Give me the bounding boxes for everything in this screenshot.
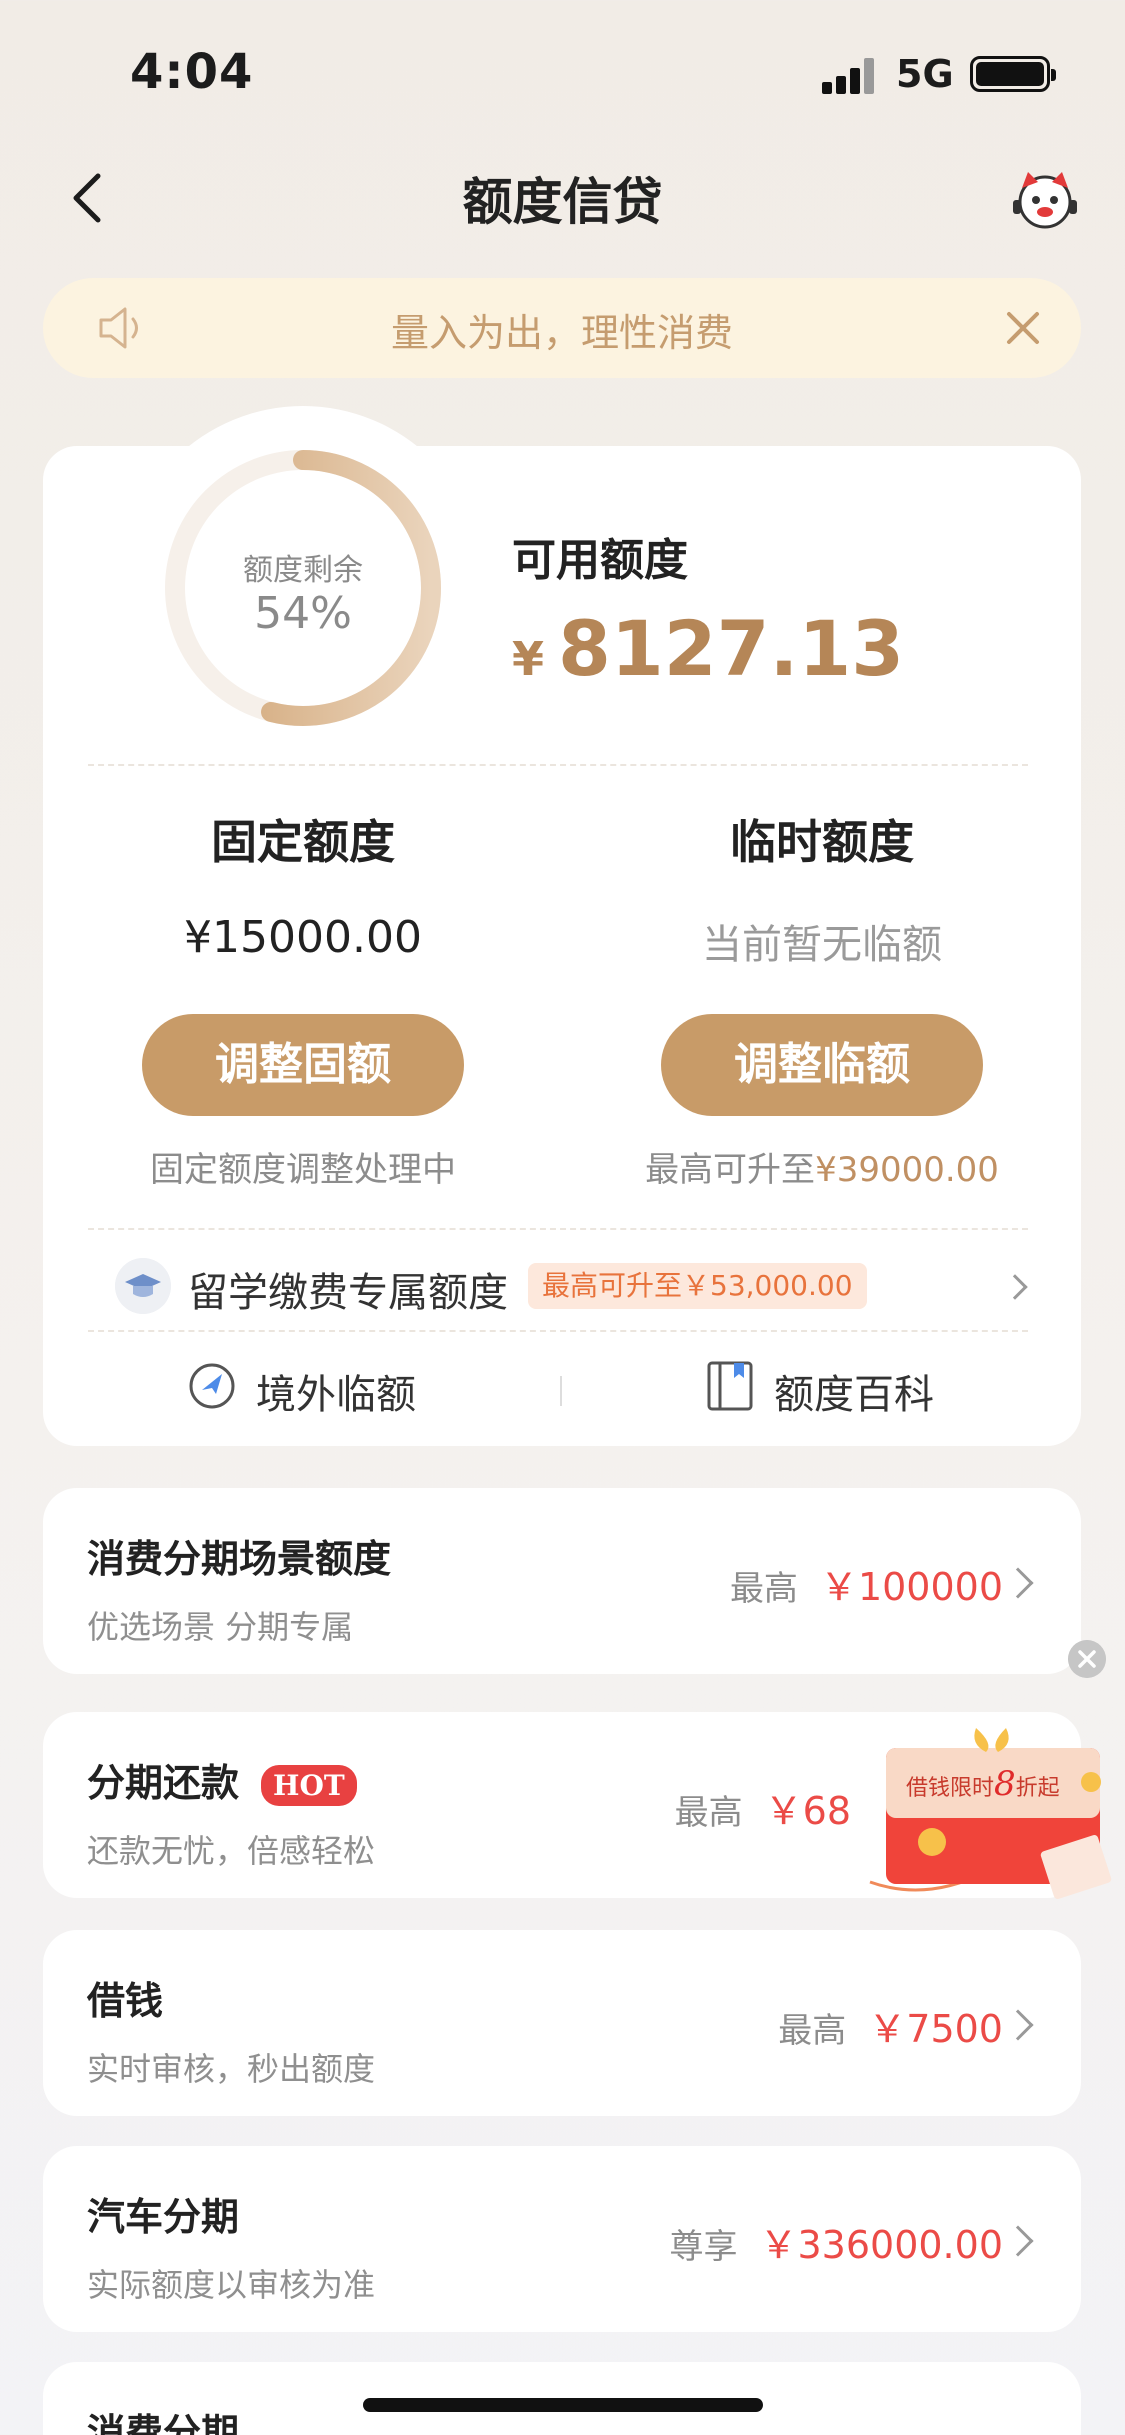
chevron-right-icon bbox=[1002, 2009, 1034, 2041]
row-title: 消费分期 bbox=[87, 2411, 240, 2435]
temp-note-prefix: 最高可升至 bbox=[645, 1150, 816, 1190]
battery-icon bbox=[970, 56, 1056, 92]
row-title: 汽车分期 bbox=[87, 2195, 240, 2239]
chevron-right-icon bbox=[1002, 2225, 1034, 2257]
promo-number: 8 bbox=[994, 1764, 1016, 1804]
mascot-avatar-icon[interactable] bbox=[1010, 166, 1080, 230]
ring-percent: 54% bbox=[254, 588, 352, 639]
available-amount-value: 8127.13 bbox=[558, 604, 905, 693]
chevron-right-icon bbox=[1002, 1567, 1034, 1599]
close-promo-icon[interactable] bbox=[1068, 1640, 1106, 1678]
promo-text-b: 折起 bbox=[1015, 1776, 1060, 1801]
available-limit-amount: ¥8127.13 bbox=[512, 604, 904, 693]
row-subtitle: 实际额度以审核为准 bbox=[87, 2266, 376, 2304]
temp-note-amount: ¥39000.00 bbox=[815, 1150, 999, 1190]
overseas-temp-limit-link[interactable]: 境外临额 bbox=[256, 1362, 516, 1420]
study-abroad-label: 留学缴费专属额度 bbox=[188, 1270, 508, 1316]
adjust-temp-limit-button[interactable]: 调整临额 bbox=[661, 1014, 983, 1116]
graduation-cap-icon bbox=[115, 1258, 171, 1314]
fixed-limit-value: ¥15000.00 bbox=[184, 912, 422, 963]
temp-limit-note: 最高可升至¥39000.00 bbox=[562, 1142, 1082, 1191]
row-amount-prefix: 最高 bbox=[674, 1793, 743, 1833]
row-amount: 最高 ￥7500 bbox=[778, 1998, 1003, 2053]
notice-text: 量入为出，理性消费 bbox=[390, 311, 733, 355]
list-item[interactable]: 借钱 实时审核，秒出额度 最高 ￥7500 bbox=[43, 1930, 1081, 2116]
row-title: 分期还款 HOT bbox=[87, 1752, 357, 1807]
ring-label: 额度剩余 bbox=[243, 553, 363, 588]
row-amount: 尊享 ￥336000.00 bbox=[670, 2214, 1004, 2269]
status-time: 4:04 bbox=[130, 44, 254, 100]
notice-bar: 量入为出，理性消费 bbox=[43, 278, 1081, 378]
row-amount-value: ￥68 bbox=[764, 1789, 851, 1833]
divider bbox=[88, 1330, 1028, 1332]
list-item[interactable]: 消费分期场景额度 优选场景 分期专属 最高 ￥100000 bbox=[43, 1488, 1081, 1674]
row-subtitle: 实时审核，秒出额度 bbox=[87, 2050, 376, 2088]
network-type: 5G bbox=[896, 52, 954, 96]
row-subtitle: 还款无忧，倍感轻松 bbox=[87, 1832, 376, 1870]
row-title: 借钱 bbox=[87, 1979, 164, 2023]
red-envelope-promo[interactable]: 借钱限时8折起 bbox=[866, 1722, 1116, 1906]
page-title: 额度信贷 bbox=[462, 173, 663, 231]
row-amount-prefix: 最高 bbox=[778, 2011, 847, 2051]
row-title-text: 分期还款 bbox=[87, 1761, 240, 1805]
adjust-fixed-limit-button[interactable]: 调整固额 bbox=[142, 1014, 464, 1116]
list-item[interactable]: 汽车分期 实际额度以审核为准 尊享 ￥336000.00 bbox=[43, 2146, 1081, 2332]
overseas-plane-icon[interactable] bbox=[186, 1360, 238, 1412]
row-amount-value: ￥336000.00 bbox=[759, 2223, 1004, 2267]
available-limit-label: 可用额度 bbox=[512, 535, 688, 586]
close-icon[interactable] bbox=[1001, 306, 1045, 350]
row-amount-value: ￥100000 bbox=[819, 1565, 1003, 1609]
temp-limit-label: 临时额度 bbox=[730, 815, 914, 869]
row-amount: 最高 ￥68 bbox=[675, 1780, 851, 1835]
limit-wiki-link[interactable]: 额度百科 bbox=[774, 1362, 1074, 1420]
link-separator bbox=[560, 1376, 562, 1406]
study-abroad-badge: 最高可升至￥53,000.00 bbox=[528, 1263, 867, 1309]
home-indicator[interactable] bbox=[363, 2398, 763, 2412]
promo-text: 借钱限时8折起 bbox=[906, 1764, 1082, 1804]
row-amount-prefix: 最高 bbox=[729, 1569, 798, 1609]
row-amount: 最高 ￥100000 bbox=[730, 1556, 1003, 1611]
fixed-limit-label: 固定额度 bbox=[211, 815, 395, 869]
divider bbox=[88, 764, 1028, 766]
hot-badge: HOT bbox=[261, 1765, 357, 1806]
red-envelope-icon bbox=[869, 1728, 1112, 1900]
divider bbox=[88, 1228, 1028, 1230]
cellular-signal-icon bbox=[822, 58, 882, 94]
row-title: 消费分期场景额度 bbox=[87, 1537, 392, 1581]
currency-symbol: ¥ bbox=[512, 632, 545, 686]
book-icon[interactable] bbox=[706, 1360, 754, 1412]
row-amount-prefix: 尊享 bbox=[669, 2227, 738, 2267]
row-amount-value: ￥7500 bbox=[868, 2007, 1003, 2051]
fixed-limit-note: 固定额度调整处理中 bbox=[150, 1150, 456, 1190]
promo-text-a: 借钱限时 bbox=[906, 1776, 995, 1801]
row-subtitle: 优选场景 分期专属 bbox=[87, 1608, 354, 1646]
temp-limit-value: 当前暂无临额 bbox=[702, 922, 942, 968]
